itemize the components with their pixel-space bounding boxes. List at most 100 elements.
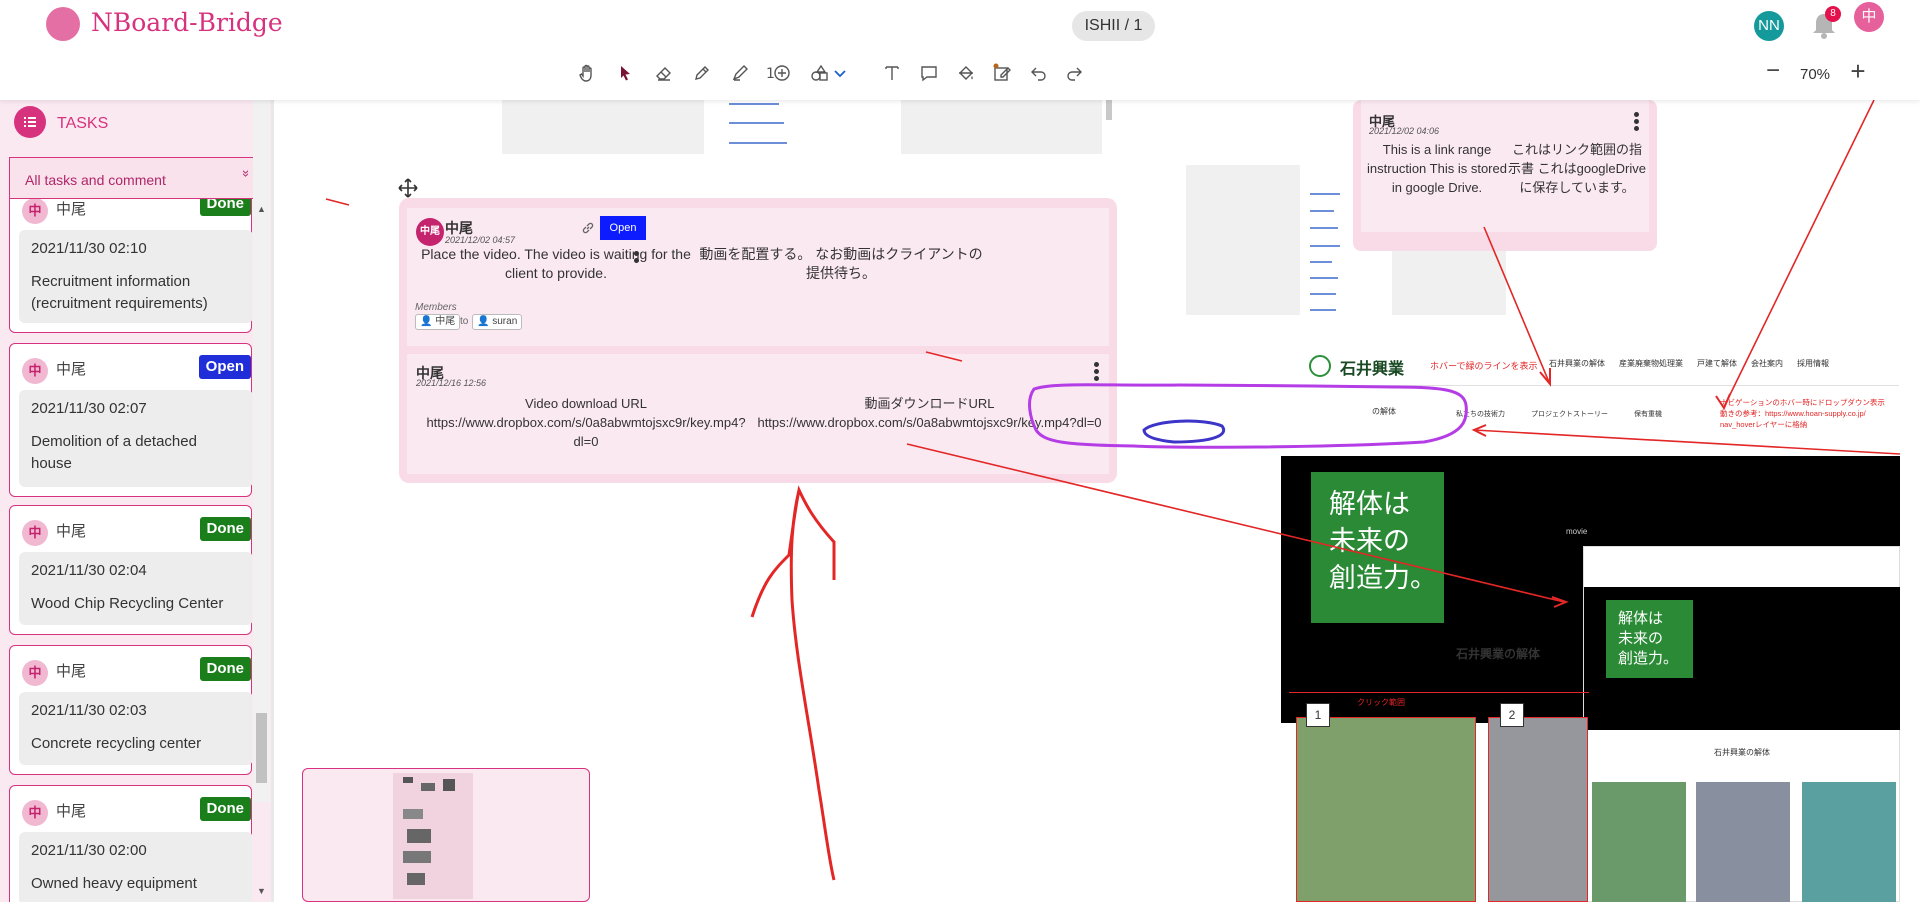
hand-icon[interactable] (575, 60, 599, 86)
task-list-scrollbar[interactable]: ▲ ▼ (253, 100, 270, 896)
double-chevron-down-icon: » (238, 169, 254, 178)
scroll-down-arrow-icon[interactable]: ▼ (257, 886, 266, 896)
comment-text-en: Video download URL https://www.dropbox.c… (426, 396, 746, 449)
board-selector[interactable]: ISHII / 1 (1072, 11, 1155, 41)
tasks-title: TASKS (57, 115, 109, 132)
user-avatar-nn[interactable]: NN (1754, 11, 1784, 41)
comment[interactable]: 中尾 2021/12/16 12:56 Video download URL h… (407, 354, 1109, 474)
more-options-icon[interactable] (1634, 112, 1640, 133)
comment-thread-card[interactable]: 中尾 中尾 2021/12/02 04:57 Open Place the vi… (399, 198, 1117, 483)
task-card[interactable]: 中 中尾 Done 2021/11/30 02:10 Recruitment i… (9, 199, 252, 333)
eraser-icon[interactable] (652, 60, 676, 86)
comment[interactable]: 中尾 中尾 2021/12/02 04:57 Open Place the vi… (407, 208, 1109, 346)
comment-text-en: This is a link range instruction This is… (1367, 142, 1507, 195)
freehand-arrow-stroke (750, 485, 836, 881)
avatar: 中 (22, 358, 48, 384)
notification-count-badge: 8 (1825, 6, 1841, 22)
minimap-content (393, 773, 473, 899)
move-icon[interactable] (398, 178, 418, 198)
feature-card-2 (1488, 717, 1588, 902)
site-nav-item: 採用情報 (1797, 359, 1829, 368)
task-time: 2021/11/30 02:03 (31, 702, 147, 719)
sub-nav-item: 私たちの技術力 (1456, 411, 1505, 418)
text-icon[interactable] (880, 60, 904, 86)
whiteboard-canvas[interactable]: 中尾 中尾 2021/12/02 04:57 Open Place the vi… (274, 100, 1900, 902)
task-author: 中尾 (56, 803, 87, 820)
redo-icon[interactable] (1062, 60, 1086, 86)
hero-movie-label: movie (1566, 527, 1588, 536)
comment-icon[interactable] (917, 60, 941, 86)
task-card[interactable]: 中 中尾 Done 2021/11/30 02:00 Owned heavy e… (9, 785, 252, 902)
hero-line: 解体は (1618, 609, 1664, 627)
edit-note-icon[interactable] (990, 60, 1014, 86)
status-badge: Done (199, 657, 251, 681)
sub-nav-first: の解体 (1372, 407, 1396, 416)
app-logo[interactable] (46, 7, 80, 41)
pointer-icon[interactable] (613, 60, 637, 86)
avatar: 中 (22, 520, 48, 546)
nested-section-title: 石井興業の解体 (1714, 748, 1770, 757)
hero-line: 創造力。 (1618, 649, 1679, 667)
fill-icon[interactable] (954, 60, 978, 86)
scrollbar-thumb[interactable] (256, 713, 267, 783)
task-list-icon[interactable] (14, 106, 46, 138)
open-status-button[interactable]: Open (600, 216, 646, 240)
comment-card[interactable]: 中尾 2021/12/02 04:06 This is a link range… (1353, 100, 1657, 251)
more-options-icon[interactable] (634, 251, 640, 265)
task-time: 2021/11/30 02:00 (31, 842, 147, 859)
task-filter-value: All tasks and comment (25, 172, 166, 188)
comment-text-ja: 動画を配置する。 なお動画はクライアントの提供待ち。 (699, 246, 983, 281)
comment[interactable]: 中尾 2021/12/02 04:06 This is a link range… (1361, 100, 1649, 232)
dropdown-note: ナビゲーションのホバー時にドロップダウン表示 動きの参考：https://www… (1720, 398, 1885, 429)
to-label: to (460, 316, 469, 327)
task-text: Concrete recycling center (31, 735, 202, 752)
task-text: Demolition of a detached house (31, 433, 197, 472)
task-list: 中 中尾 Done 2021/11/30 02:10 Recruitment i… (9, 199, 252, 902)
site-nav-item: 会社案内 (1751, 359, 1783, 368)
member-chip[interactable]: 👤 suran (472, 314, 523, 330)
chevron-down-icon[interactable] (828, 60, 852, 86)
document-snippet (704, 100, 901, 154)
avatar: 中 (22, 199, 48, 224)
zoom-in-button[interactable]: + (1846, 58, 1870, 86)
link-icon[interactable] (581, 221, 595, 235)
zoom-out-button[interactable]: − (1762, 59, 1784, 86)
task-body: 2021/11/30 02:04 Wood Chip Recycling Cen… (19, 552, 252, 625)
hero-line: 解体は (1329, 489, 1410, 520)
scroll-up-arrow-icon[interactable]: ▲ (257, 204, 266, 214)
status-badge: Open (198, 355, 251, 379)
task-author: 中尾 (56, 663, 87, 680)
site-nav-item: 産業廃棄物処理業 (1619, 359, 1683, 368)
comment-date: 2021/12/16 12:56 (416, 378, 487, 388)
sub-nav-item: プロジェクトストーリー (1531, 411, 1608, 418)
pencil-icon[interactable] (690, 60, 714, 86)
task-filter-dropdown[interactable]: All tasks and comment » (9, 157, 263, 199)
task-card[interactable]: 中 中尾 Done 2021/11/30 02:04 Wood Chip Rec… (9, 505, 252, 635)
website-screenshot[interactable]: 石井興業 ホバーで緑のラインを表示 石井興業の解体 産業廃棄物処理業 戸建て解体… (1266, 345, 1900, 902)
site-nav-item: 戸建て解体 (1697, 359, 1737, 368)
numbered-pin-icon[interactable]: 1 (763, 60, 795, 86)
undo-icon[interactable] (1027, 60, 1051, 86)
status-badge: Done (199, 797, 251, 821)
click-range-label: クリック範囲 (1357, 698, 1405, 707)
task-text: Recruitment information (recruitment req… (31, 273, 208, 312)
comment-text-ja: 動画ダウンロードURL https://www.dropbox.com/s/0a… (757, 396, 1102, 430)
hero-line: 未来の (1618, 629, 1664, 647)
member-chip[interactable]: 👤 中尾 (415, 314, 461, 330)
app-title[interactable]: NBoard-Bridge (91, 8, 283, 37)
company-name: 石井興業 (1340, 359, 1405, 378)
tasks-sidebar: TASKS All tasks and comment » 中 中尾 Done … (0, 100, 272, 902)
hero-line: 未来の (1329, 526, 1410, 557)
more-options-icon[interactable] (1094, 362, 1100, 383)
avatar: 中 (22, 660, 48, 686)
highlighter-icon[interactable] (728, 60, 752, 86)
minimap[interactable] (302, 768, 590, 902)
comment-text-ja: これはリンク範囲の指示書 これはgoogleDriveに保存しています。 (1508, 142, 1646, 195)
task-card[interactable]: 中 中尾 Done 2021/11/30 02:03 Concrete recy… (9, 645, 252, 775)
comment-date: 2021/12/02 04:06 (1369, 126, 1440, 136)
task-body: 2021/11/30 02:10 Recruitment information… (19, 230, 252, 323)
members-label: Members (415, 302, 457, 313)
task-card[interactable]: 中 中尾 Open 2021/11/30 02:07 Demolition of… (9, 343, 252, 497)
svg-text:1: 1 (766, 66, 775, 82)
user-avatar-me[interactable]: 中 (1854, 2, 1884, 32)
